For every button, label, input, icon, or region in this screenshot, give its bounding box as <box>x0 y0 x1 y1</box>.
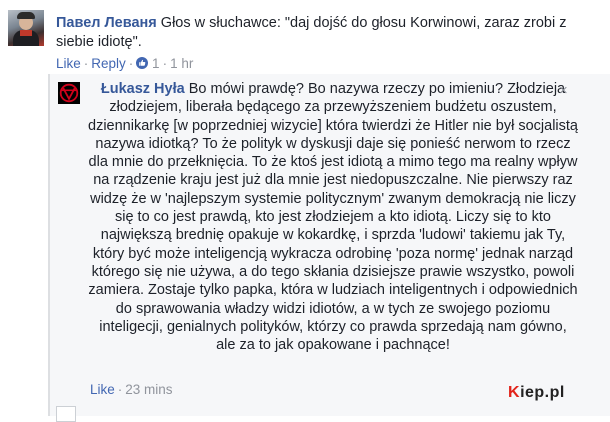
circle-v-logo-icon[interactable] <box>58 82 80 104</box>
comment-author[interactable]: Павел Леваня <box>56 15 157 31</box>
comment-body: Павел Леваня Głos w słuchawce: "daj dojś… <box>56 14 596 51</box>
reply-author[interactable]: Łukasz Hyła <box>101 81 185 97</box>
avatar-scarf <box>20 30 32 36</box>
reply-input-avatar <box>56 406 76 422</box>
like-link[interactable]: Like <box>56 56 81 71</box>
watermark-rest: iep.pl <box>520 384 565 401</box>
comment-time[interactable]: 1 hr <box>170 56 193 71</box>
watermark-k: K <box>508 384 521 401</box>
avatar-hat <box>17 12 35 19</box>
top-comment: Павел Леваня Głos w słuchawce: "daj dojś… <box>0 0 610 72</box>
avatar[interactable] <box>8 10 44 46</box>
reply-actions: Like · 23 mins <box>90 382 173 397</box>
reply-like-link[interactable]: Like <box>90 382 115 397</box>
like-count-value: 1 <box>152 56 160 71</box>
reply-link[interactable]: Reply <box>91 56 126 71</box>
reply-avatar-graphic <box>58 82 80 104</box>
like-count[interactable]: 1 <box>136 56 160 71</box>
reply-time[interactable]: 23 mins <box>125 382 172 397</box>
close-icon[interactable]: × <box>559 82 568 99</box>
reply-text: Bo mówi prawdę? Bo nazywa rzeczy po imie… <box>88 81 578 354</box>
watermark: Kiep.pl <box>508 384 565 402</box>
reply-comment-body: Łukasz Hyła Bo mówi prawdę? Bo nazywa rz… <box>88 80 578 354</box>
reply-input[interactable] <box>88 408 610 416</box>
comment-actions: Like · Reply · 1 · 1 hr <box>56 56 194 71</box>
thumbs-up-icon <box>136 57 149 69</box>
